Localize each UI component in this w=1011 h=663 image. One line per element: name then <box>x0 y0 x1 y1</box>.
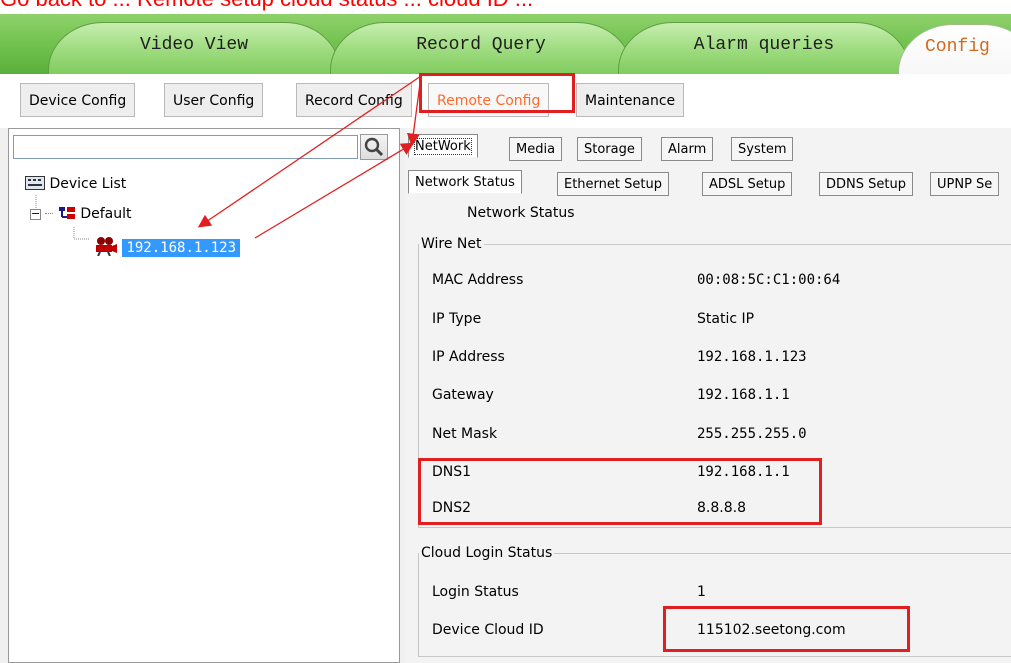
gateway-value: 192.168.1.1 <box>697 387 790 403</box>
tab-media[interactable]: Media <box>509 137 563 161</box>
tree-group-default[interactable]: − Default <box>30 206 132 222</box>
tree-device-item[interactable]: 192.168.1.123 <box>94 236 241 257</box>
tab-config[interactable]: Config <box>898 24 1011 75</box>
tab-alarm-label: Alarm <box>668 142 707 157</box>
tab-record-query[interactable]: Record Query <box>330 22 632 75</box>
tab-video-view-label: Video View <box>139 35 249 55</box>
tab-upnp-setup-label: UPNP Se <box>937 177 993 192</box>
tree-group-label: Default <box>80 206 132 222</box>
device-cloud-id-value: 115102.seetong.com <box>697 622 846 638</box>
tab-network-status[interactable]: Network Status <box>408 170 522 194</box>
user-config-button[interactable]: User Config <box>164 83 264 117</box>
mac-address-value: 00:08:5C:C1:00:64 <box>697 272 841 288</box>
top-caption-text: Go back to ... Remote setup cloud status… <box>0 0 533 12</box>
device-config-button[interactable]: Device Config <box>20 83 136 117</box>
maintenance-button[interactable]: Maintenance <box>576 83 685 117</box>
ip-address-label: IP Address <box>432 349 505 365</box>
tree-root-label: Device List <box>49 176 127 192</box>
tab-network-status-label: Network Status <box>415 175 515 190</box>
group-node-icon <box>58 207 75 219</box>
camera-icon <box>96 237 117 257</box>
tab-config-label: Config <box>925 37 990 57</box>
ip-type-label: IP Type <box>432 311 482 327</box>
tab-storage[interactable]: Storage <box>577 137 642 161</box>
tab-network[interactable]: NetWork <box>408 134 478 158</box>
dns2-value: 8.8.8.8 <box>697 500 746 516</box>
tab-ddns-setup-label: DDNS Setup <box>826 177 906 192</box>
tab-media-label: Media <box>516 142 556 157</box>
collapse-toggle-icon[interactable]: − <box>30 208 41 220</box>
main-tab-bar: Video View Record Query Alarm queries Co… <box>0 14 1011 75</box>
gateway-label: Gateway <box>432 387 494 403</box>
top-caption-crop: Go back to ... Remote setup cloud status… <box>0 0 1011 14</box>
cloud-login-group: Cloud Login Status <box>418 545 1011 657</box>
tab-alarm[interactable]: Alarm <box>661 137 714 161</box>
dns1-value: 192.168.1.1 <box>697 464 790 480</box>
net-mask-label: Net Mask <box>432 426 498 442</box>
tab-system-label: System <box>738 142 787 157</box>
device-search-input[interactable] <box>13 135 358 159</box>
mac-address-label: MAC Address <box>432 272 524 288</box>
tab-upnp-setup[interactable]: UPNP Se <box>930 172 1000 196</box>
net-mask-value: 255.255.255.0 <box>697 426 807 442</box>
tab-ddns-setup[interactable]: DDNS Setup <box>819 172 913 196</box>
wire-net-legend: Wire Net <box>421 236 482 252</box>
search-icon <box>364 137 384 157</box>
device-cloud-id-label: Device Cloud ID <box>432 622 544 638</box>
tab-alarm-queries[interactable]: Alarm queries <box>618 22 910 75</box>
tab-video-view[interactable]: Video View <box>48 22 340 75</box>
cloud-login-legend: Cloud Login Status <box>421 545 553 561</box>
tab-network-label: NetWork <box>414 138 472 155</box>
dns2-label: DNS2 <box>432 500 472 516</box>
tree-connector-lines <box>35 195 90 240</box>
tree-device-label: 192.168.1.123 <box>122 239 241 257</box>
ip-type-value: Static IP <box>697 311 755 327</box>
tab-ethernet-setup-label: Ethernet Setup <box>564 177 662 192</box>
dns1-label: DNS1 <box>432 464 472 480</box>
ip-address-value: 192.168.1.123 <box>697 349 807 365</box>
remote-config-highlight <box>419 73 575 113</box>
tab-storage-label: Storage <box>584 142 635 157</box>
tree-root-device-list[interactable]: Device List <box>25 176 126 192</box>
tab-adsl-setup-label: ADSL Setup <box>709 177 786 192</box>
search-button[interactable] <box>360 134 388 160</box>
login-status-value: 1 <box>697 584 706 600</box>
network-status-title: Network Status <box>467 205 575 221</box>
tab-adsl-setup[interactable]: ADSL Setup <box>702 172 793 196</box>
device-list-icon <box>25 176 45 190</box>
record-config-button[interactable]: Record Config <box>296 83 412 117</box>
tab-record-query-label: Record Query <box>416 35 546 55</box>
tab-system[interactable]: System <box>731 137 794 161</box>
login-status-label: Login Status <box>432 584 519 600</box>
tab-alarm-queries-label: Alarm queries <box>693 35 835 55</box>
tab-ethernet-setup[interactable]: Ethernet Setup <box>557 172 669 196</box>
